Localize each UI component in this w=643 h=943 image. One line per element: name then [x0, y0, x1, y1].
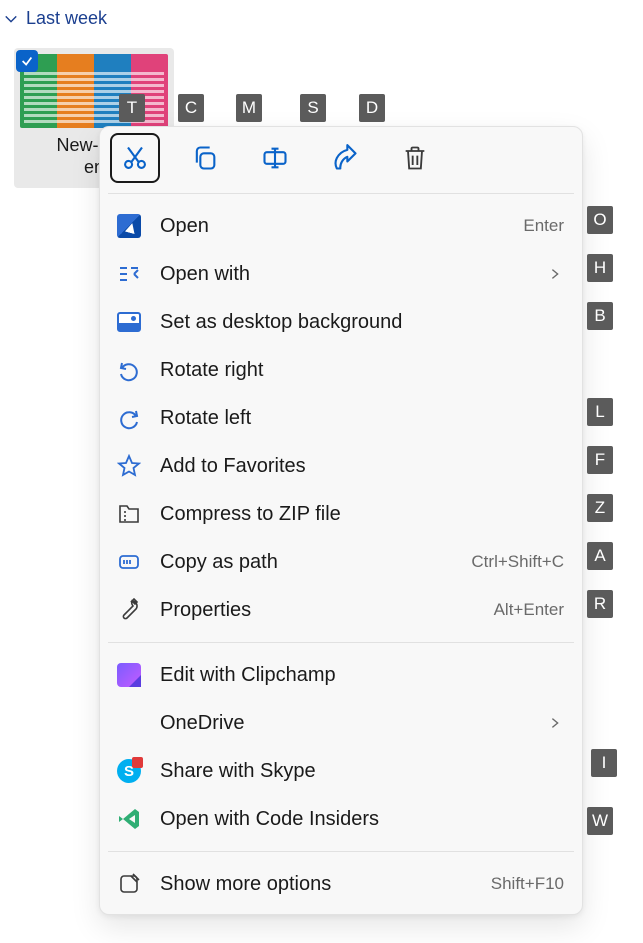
rotate-right-icon	[116, 357, 142, 383]
properties-label: Properties	[160, 599, 476, 622]
onedrive-menuitem[interactable]: OneDrive	[100, 699, 582, 747]
file-thumbnail	[20, 54, 168, 128]
copy-path-menuitem[interactable]: Copy as path Ctrl+Shift+C	[100, 538, 582, 586]
scissors-icon	[121, 144, 149, 172]
copy-icon	[191, 144, 219, 172]
key-badge-zip: Z	[587, 494, 613, 522]
key-badge-share: S	[300, 94, 326, 122]
properties-menuitem[interactable]: Properties Alt+Enter	[100, 586, 582, 634]
key-badge-favorites: F	[587, 446, 613, 474]
divider	[108, 642, 574, 643]
rename-icon	[261, 144, 289, 172]
key-badge-rename: M	[236, 94, 262, 122]
key-badge-rotateleft: L	[587, 398, 613, 426]
copy-path-icon	[116, 549, 142, 575]
skype-icon: S	[116, 758, 142, 784]
star-icon	[116, 453, 142, 479]
chevron-right-icon	[546, 265, 564, 283]
clipchamp-icon	[116, 662, 142, 688]
clipchamp-menuitem[interactable]: Edit with Clipchamp	[100, 651, 582, 699]
context-menu: Open Enter Open with Set as desktop back…	[99, 126, 583, 915]
clipchamp-label: Edit with Clipchamp	[160, 664, 564, 687]
key-badge-properties: R	[587, 590, 613, 618]
key-badge-delete: D	[359, 94, 385, 122]
key-badge-code: W	[587, 807, 613, 835]
key-badge-cut: T	[119, 94, 145, 122]
open-icon	[116, 213, 142, 239]
open-shortcut: Enter	[523, 216, 564, 236]
trash-icon	[401, 144, 429, 172]
key-badge-open: O	[587, 206, 613, 234]
set-bg-label: Set as desktop background	[160, 311, 564, 334]
skype-label: Share with Skype	[160, 760, 564, 783]
copy-button[interactable]	[180, 133, 230, 183]
wrench-icon	[116, 597, 142, 623]
action-bar	[100, 131, 582, 185]
properties-shortcut: Alt+Enter	[494, 600, 564, 620]
rename-button[interactable]	[250, 133, 300, 183]
zip-label: Compress to ZIP file	[160, 503, 564, 526]
rotate-right-label: Rotate right	[160, 359, 564, 382]
rotate-left-menuitem[interactable]: Rotate left	[100, 394, 582, 442]
code-label: Open with Code Insiders	[160, 808, 564, 831]
vscode-insiders-icon	[116, 806, 142, 832]
file-checkbox[interactable]	[16, 50, 38, 72]
open-with-label: Open with	[160, 263, 528, 286]
divider	[108, 193, 574, 194]
divider	[108, 851, 574, 852]
show-more-label: Show more options	[160, 873, 473, 896]
show-more-menuitem[interactable]: Show more options Shift+F10	[100, 860, 582, 908]
chevron-right-icon	[546, 714, 564, 732]
key-badge-setbg: B	[587, 302, 613, 330]
onedrive-icon	[116, 710, 142, 736]
rotate-right-menuitem[interactable]: Rotate right	[100, 346, 582, 394]
group-label: Last week	[26, 8, 107, 29]
open-label: Open	[160, 215, 505, 238]
show-more-icon	[116, 871, 142, 897]
favorites-label: Add to Favorites	[160, 455, 564, 478]
key-badge-copypath: A	[587, 542, 613, 570]
desktop-bg-icon	[116, 309, 142, 335]
key-badge-openwith: H	[587, 254, 613, 282]
code-insiders-menuitem[interactable]: Open with Code Insiders	[100, 795, 582, 843]
set-desktop-bg-menuitem[interactable]: Set as desktop background	[100, 298, 582, 346]
zip-icon	[116, 501, 142, 527]
delete-button[interactable]	[390, 133, 440, 183]
group-header[interactable]: Last week	[0, 0, 643, 39]
key-badge-skype: I	[591, 749, 617, 777]
open-with-icon	[116, 261, 142, 287]
cut-button[interactable]	[110, 133, 160, 183]
rotate-left-label: Rotate left	[160, 407, 564, 430]
onedrive-label: OneDrive	[160, 712, 528, 735]
key-badge-copy: C	[178, 94, 204, 122]
chevron-down-icon	[4, 12, 18, 26]
open-with-menuitem[interactable]: Open with	[100, 250, 582, 298]
rotate-left-icon	[116, 405, 142, 431]
share-icon	[331, 144, 359, 172]
favorites-menuitem[interactable]: Add to Favorites	[100, 442, 582, 490]
open-menuitem[interactable]: Open Enter	[100, 202, 582, 250]
copy-path-shortcut: Ctrl+Shift+C	[471, 552, 564, 572]
copy-path-label: Copy as path	[160, 551, 453, 574]
share-button[interactable]	[320, 133, 370, 183]
show-more-shortcut: Shift+F10	[491, 874, 564, 894]
zip-menuitem[interactable]: Compress to ZIP file	[100, 490, 582, 538]
skype-menuitem[interactable]: S Share with Skype	[100, 747, 582, 795]
